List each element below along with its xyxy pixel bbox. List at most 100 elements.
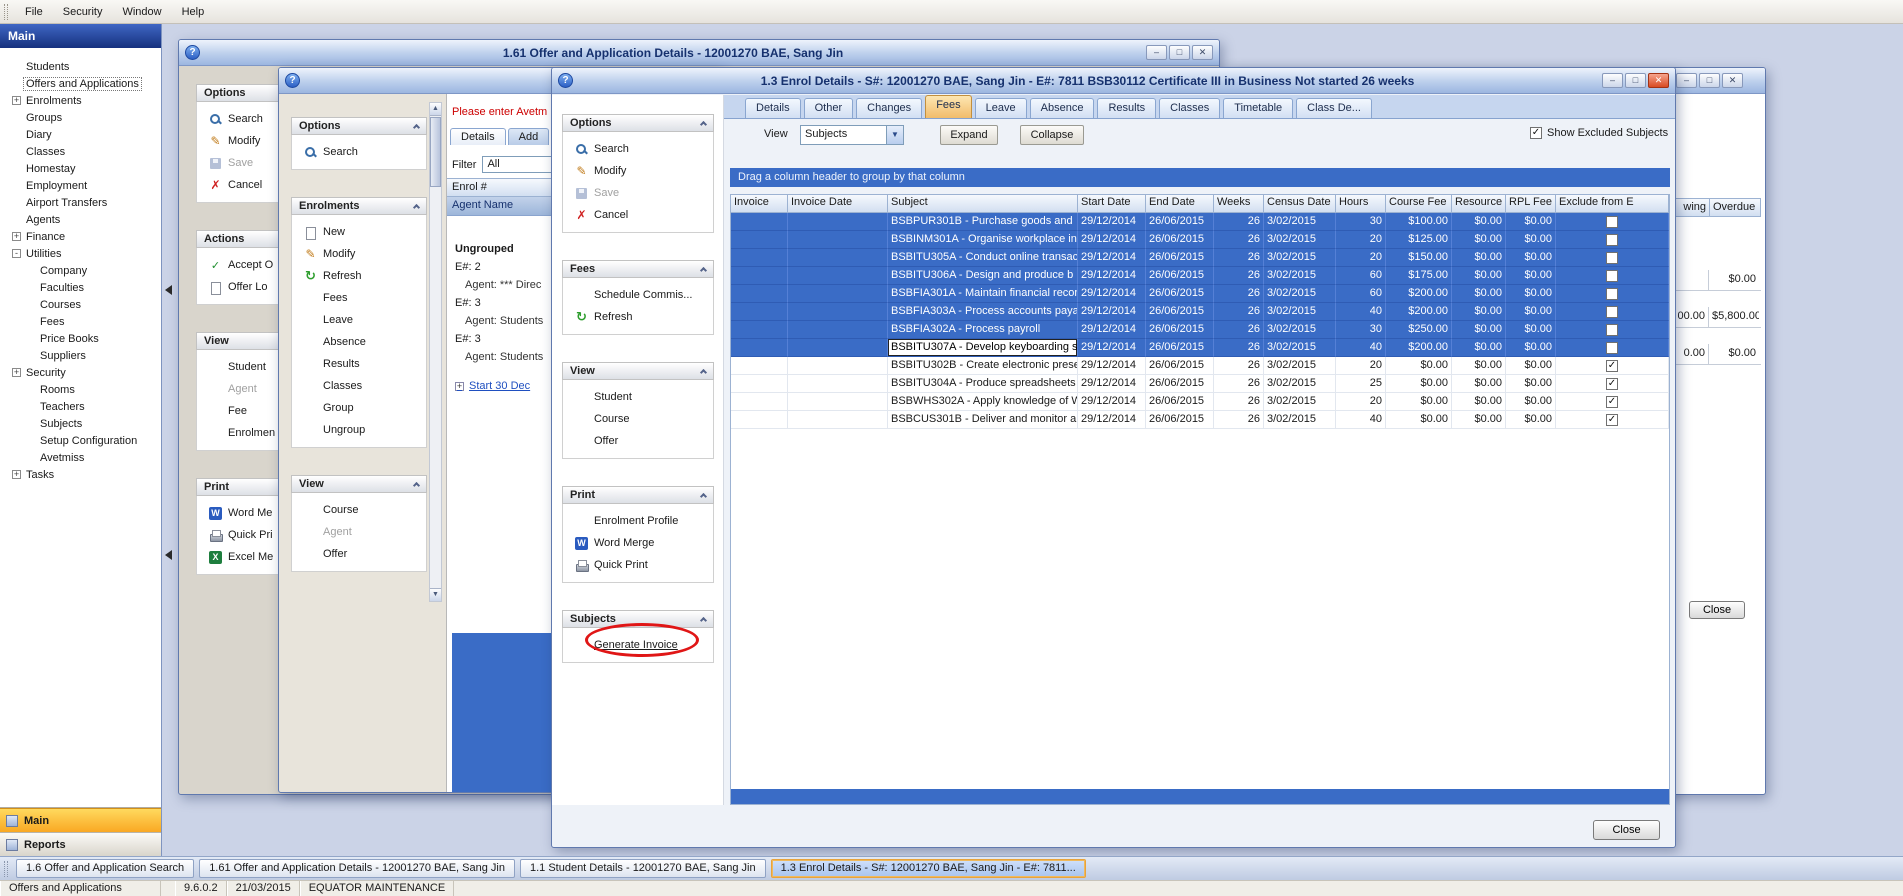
expand-plus-icon[interactable]: + — [12, 232, 21, 241]
panel-header-fees[interactable]: Fees — [562, 260, 714, 278]
sidebar-item-suppliers[interactable]: Suppliers — [0, 347, 161, 364]
sidebar-item-offers-and-applications[interactable]: Offers and Applications — [0, 75, 161, 92]
help-icon[interactable]: ? — [285, 73, 300, 88]
taskbar-grip[interactable] — [4, 861, 8, 877]
sidebar-item-diary[interactable]: Diary — [0, 126, 161, 143]
subject-row-bsbinm301a[interactable]: BSBINM301A - Organise workplace in29/12/… — [731, 231, 1669, 249]
view-dropdown[interactable]: Subjects ▼ — [800, 125, 904, 145]
sidebar-item-enrolments[interactable]: +Enrolments — [0, 92, 161, 109]
maximize-button[interactable]: □ — [1699, 73, 1720, 88]
tab-timetable[interactable]: Timetable — [1223, 98, 1293, 118]
expand-plus-icon[interactable]: + — [12, 470, 21, 479]
collapse-chevron-icon[interactable] — [413, 482, 420, 489]
right-close-button[interactable]: Close — [1689, 601, 1745, 619]
collapse-chevron-icon[interactable] — [700, 267, 707, 274]
sidebar-item-finance[interactable]: +Finance — [0, 228, 161, 245]
exclude-checkbox[interactable]: ✓ — [1606, 414, 1618, 426]
column-header-resource-fe[interactable]: Resource Fe — [1452, 195, 1506, 213]
minimize-button[interactable]: – — [1602, 73, 1623, 88]
enrol-item-course[interactable]: Course — [563, 408, 713, 430]
column-header-end-date[interactable]: End Date — [1146, 195, 1214, 213]
enrol-item-cancel[interactable]: ✗Cancel — [563, 204, 713, 226]
subject-row-bsbcus301b[interactable]: BSBCUS301B - Deliver and monitor a29/12/… — [731, 411, 1669, 429]
subject-row-bsbitu302b[interactable]: BSBITU302B - Create electronic prese29/1… — [731, 357, 1669, 375]
sidebar-item-avetmiss[interactable]: Avetmiss — [0, 449, 161, 466]
student-item-results[interactable]: Results — [292, 353, 426, 375]
subject-row-bsbitu305a[interactable]: BSBITU305A - Conduct online transac29/12… — [731, 249, 1669, 267]
column-header-weeks[interactable]: Weeks — [1214, 195, 1264, 213]
sidebar-item-groups[interactable]: Groups — [0, 109, 161, 126]
sidebar-item-tasks[interactable]: +Tasks — [0, 466, 161, 483]
enrol-item-refresh[interactable]: ↻Refresh — [563, 306, 713, 328]
groupby-bar[interactable]: Drag a column header to group by that co… — [730, 168, 1670, 187]
splitter-collapse-icon[interactable] — [165, 550, 172, 560]
column-header-overdue[interactable]: Overdue — [1710, 199, 1760, 216]
sidebar-item-faculties[interactable]: Faculties — [0, 279, 161, 296]
dropdown-arrow-icon[interactable]: ▼ — [886, 126, 903, 144]
exclude-checkbox[interactable]: ✓ — [1606, 360, 1618, 372]
tab-classes[interactable]: Classes — [1159, 98, 1220, 118]
show-excluded-checkbox[interactable]: ✓ Show Excluded Subjects — [1530, 127, 1668, 139]
sidebar-item-classes[interactable]: Classes — [0, 143, 161, 160]
subject-row-bsbfia303a[interactable]: BSBFIA303A - Process accounts paya29/12/… — [731, 303, 1669, 321]
subject-row-bsbfia301a[interactable]: BSBFIA301A - Maintain financial recor29/… — [731, 285, 1669, 303]
expand-plus-icon[interactable]: + — [455, 382, 464, 391]
collapse-button[interactable]: Collapse — [1020, 125, 1084, 145]
sidebar-item-courses[interactable]: Courses — [0, 296, 161, 313]
start-date-link[interactable]: + Start 30 Dec — [455, 380, 530, 392]
splitter-collapse-icon[interactable] — [165, 285, 172, 295]
student-tab-details[interactable]: Details — [450, 128, 506, 145]
menu-window[interactable]: Window — [112, 2, 171, 22]
close-button[interactable]: ✕ — [1192, 45, 1213, 60]
taskbar-button-1-61-offer-and-application-details-12001270-bae-[interactable]: 1.61 Offer and Application Details - 120… — [199, 859, 515, 878]
tab-class-de[interactable]: Class De... — [1296, 98, 1372, 118]
enrol-title-bar[interactable]: ? 1.3 Enrol Details - S#: 12001270 BAE, … — [552, 68, 1675, 94]
scroll-down-icon[interactable]: ▼ — [430, 588, 441, 601]
subject-row-bsbitu307a[interactable]: BSBITU307A - Develop keyboarding s29/12/… — [731, 339, 1669, 357]
student-item-modify[interactable]: ✎Modify — [292, 243, 426, 265]
subject-row-bsbitu304a[interactable]: BSBITU304A - Produce spreadsheets29/12/2… — [731, 375, 1669, 393]
exclude-checkbox[interactable]: ✓ — [1606, 378, 1618, 390]
enrol-item-enrolment-profile[interactable]: Enrolment Profile — [563, 510, 713, 532]
expand-plus-icon[interactable]: + — [12, 96, 21, 105]
tab-other[interactable]: Other — [804, 98, 854, 118]
scroll-thumb[interactable] — [430, 117, 441, 187]
expand-plus-icon[interactable]: + — [12, 368, 21, 377]
panel-header-options[interactable]: Options — [291, 117, 427, 135]
sidebar-item-teachers[interactable]: Teachers — [0, 398, 161, 415]
collapse-chevron-icon[interactable] — [413, 124, 420, 131]
sidebar-item-rooms[interactable]: Rooms — [0, 381, 161, 398]
panel-header-subjects[interactable]: Subjects — [562, 610, 714, 628]
panel-header-view[interactable]: View — [562, 362, 714, 380]
exclude-checkbox[interactable] — [1606, 234, 1618, 246]
collapse-minus-icon[interactable]: - — [12, 249, 21, 258]
tab-leave[interactable]: Leave — [975, 98, 1027, 118]
minimize-button[interactable]: – — [1146, 45, 1167, 60]
enrol-close-button[interactable]: Close — [1593, 820, 1660, 840]
subject-row-bsbitu306a[interactable]: BSBITU306A - Design and produce b29/12/2… — [731, 267, 1669, 285]
student-item-course[interactable]: Course — [292, 499, 426, 521]
student-item-classes[interactable]: Classes — [292, 375, 426, 397]
subject-row-bsbwhs302a[interactable]: BSBWHS302A - Apply knowledge of W29/12/2… — [731, 393, 1669, 411]
student-item-search[interactable]: Search — [292, 141, 426, 163]
taskbar-button-1-1-student-details-12001270-bae-sang-jin[interactable]: 1.1 Student Details - 12001270 BAE, Sang… — [520, 859, 766, 878]
enrol-item-student[interactable]: Student — [563, 386, 713, 408]
student-item-fees[interactable]: Fees — [292, 287, 426, 309]
student-tab-add[interactable]: Add — [508, 128, 550, 145]
offer-title-bar[interactable]: ? 1.61 Offer and Application Details - 1… — [179, 40, 1219, 66]
student-item-leave[interactable]: Leave — [292, 309, 426, 331]
panel-scrollbar[interactable]: ▲ ▼ — [429, 102, 442, 602]
menu-grip[interactable] — [4, 4, 8, 20]
enrol-item-schedule-commis[interactable]: Schedule Commis... — [563, 284, 713, 306]
help-icon[interactable]: ? — [558, 73, 573, 88]
exclude-checkbox[interactable]: ✓ — [1606, 396, 1618, 408]
tab-fees[interactable]: Fees — [925, 95, 971, 118]
exclude-checkbox[interactable] — [1606, 288, 1618, 300]
sidebar-footer-main[interactable]: Main — [0, 808, 161, 832]
enrol-item-offer[interactable]: Offer — [563, 430, 713, 452]
tab-absence[interactable]: Absence — [1030, 98, 1095, 118]
panel-header-view[interactable]: View — [291, 475, 427, 493]
close-button[interactable]: ✕ — [1722, 73, 1743, 88]
column-header-invoice[interactable]: Invoice — [731, 195, 788, 213]
panel-header-enrolments[interactable]: Enrolments — [291, 197, 427, 215]
